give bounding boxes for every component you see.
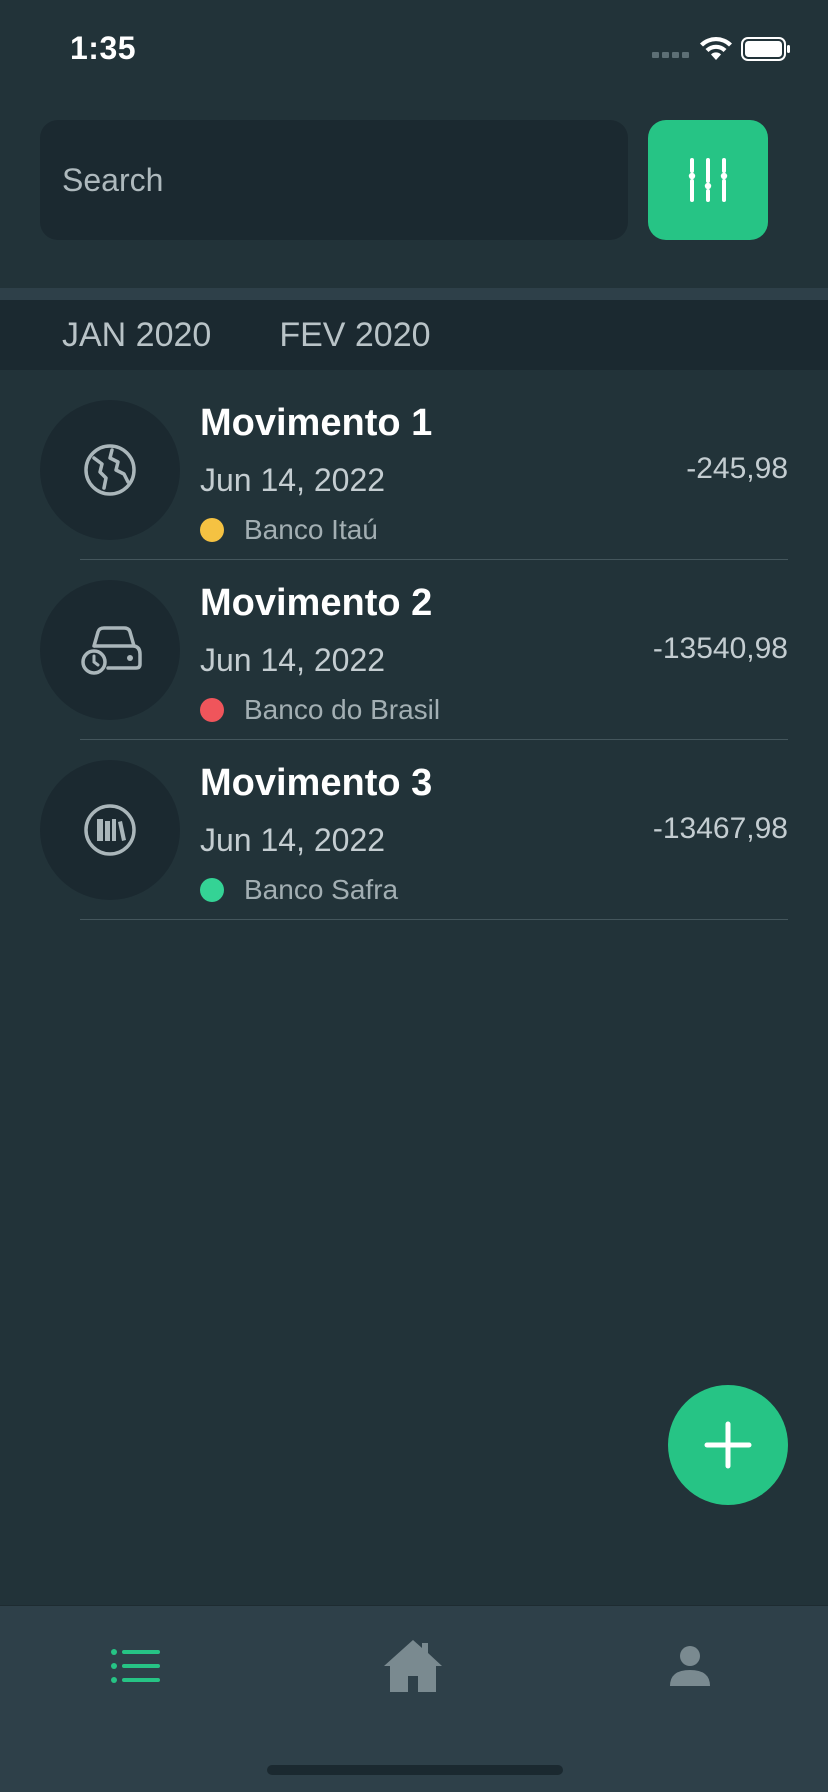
bank-color-dot	[200, 698, 224, 722]
status-time: 1:35	[70, 30, 137, 66]
transaction-amount: -13467,98	[652, 812, 788, 845]
search-input[interactable]	[62, 161, 628, 199]
car-clock-icon	[81, 626, 142, 675]
header-divider	[0, 288, 828, 300]
battery-icon	[741, 37, 790, 61]
home-icon	[384, 1640, 442, 1692]
transaction-row[interactable]: Movimento 1 Jun 14, 2022 Banco Itaú -245…	[0, 380, 828, 560]
tab-home[interactable]	[373, 1636, 453, 1696]
tab-month-jan-2020[interactable]: JAN 2020	[62, 316, 211, 355]
cellular-signal-icon	[652, 52, 689, 58]
wifi-icon	[700, 37, 732, 60]
tab-list[interactable]	[96, 1636, 176, 1696]
tab-month-fev-2020[interactable]: FEV 2020	[279, 316, 430, 355]
sliders-icon	[688, 158, 728, 202]
list-icon	[111, 1649, 160, 1683]
transaction-list: Movimento 1 Jun 14, 2022 Banco Itaú -245…	[0, 380, 828, 920]
plus-icon	[704, 1421, 752, 1469]
status-bar: 1:35	[0, 0, 828, 100]
transaction-icon-circle	[40, 760, 180, 900]
bank-color-dot	[200, 878, 224, 902]
bank-color-dot	[200, 518, 224, 542]
bank-label: Banco Itaú	[244, 514, 378, 545]
transaction-bank: Banco Safra	[200, 874, 398, 906]
profile-icon	[670, 1646, 710, 1686]
bank-label: Banco do Brasil	[244, 694, 441, 725]
search-bar[interactable]	[40, 120, 628, 240]
bottom-tab-bar	[0, 1605, 828, 1792]
transaction-row[interactable]: Movimento 2 Jun 14, 2022 Banco do Brasil…	[0, 560, 828, 740]
books-icon	[84, 804, 136, 856]
transaction-title: Movimento 3	[200, 762, 433, 804]
filter-button[interactable]	[648, 120, 768, 240]
transaction-date: Jun 14, 2022	[200, 462, 386, 498]
transaction-amount: -245,98	[686, 452, 788, 485]
transaction-date: Jun 14, 2022	[200, 642, 386, 678]
transaction-bank: Banco do Brasil	[200, 694, 440, 726]
transaction-icon-circle	[40, 580, 180, 720]
transaction-title: Movimento 2	[200, 582, 433, 624]
transaction-amount: -13540,98	[652, 632, 788, 665]
transaction-title: Movimento 1	[200, 402, 433, 444]
bank-label: Banco Safra	[244, 874, 399, 905]
transaction-date: Jun 14, 2022	[200, 822, 386, 858]
month-tabs: JAN 2020 FEV 2020	[0, 300, 828, 370]
transaction-bank: Banco Itaú	[200, 514, 378, 546]
add-transaction-button[interactable]	[668, 1385, 788, 1505]
transaction-row[interactable]: Movimento 3 Jun 14, 2022 Banco Safra -13…	[0, 740, 828, 920]
globe-icon	[84, 444, 136, 496]
row-divider	[80, 919, 788, 920]
home-indicator	[267, 1765, 563, 1775]
tab-profile[interactable]	[650, 1636, 730, 1696]
transaction-icon-circle	[40, 400, 180, 540]
